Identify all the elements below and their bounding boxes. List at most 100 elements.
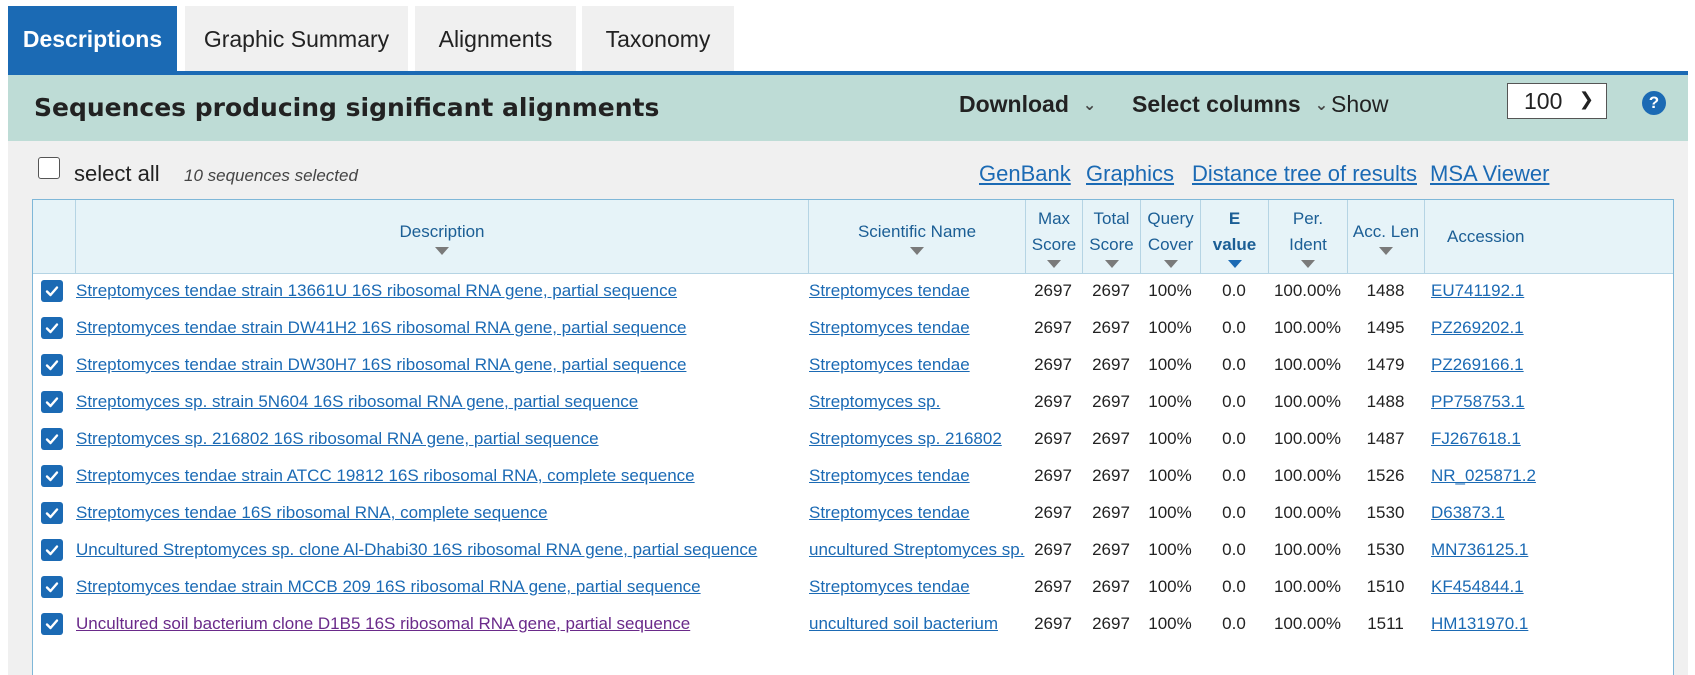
description-link[interactable]: Streptomyces tendae strain DW41H2 16S ri… xyxy=(76,318,686,338)
description-link[interactable]: Streptomyces sp. 216802 16S ribosomal RN… xyxy=(76,429,599,449)
accession-link[interactable]: PZ269202.1 xyxy=(1431,318,1524,338)
scientific-name-link[interactable]: Streptomyces tendae xyxy=(809,577,970,597)
scientific-name-link[interactable]: Streptomyces tendae xyxy=(809,503,970,523)
genbank-link[interactable]: GenBank xyxy=(979,161,1071,187)
accession-link[interactable]: MN736125.1 xyxy=(1431,540,1528,560)
per-ident-cell: 100.00% xyxy=(1273,392,1342,411)
col-accession[interactable]: Accession xyxy=(1424,200,1673,274)
query-cover-cell: 100% xyxy=(1148,392,1192,411)
evalue-cell: 0.0 xyxy=(1222,281,1246,300)
scientific-name-link[interactable]: Streptomyces tendae xyxy=(809,466,970,486)
scientific-name-link[interactable]: Streptomyces tendae xyxy=(809,355,970,375)
evalue-cell: 0.0 xyxy=(1222,318,1246,337)
col-max-score[interactable]: Max Score xyxy=(1025,200,1082,274)
checkmark-icon xyxy=(45,434,59,445)
max-score-cell: 2697 xyxy=(1034,466,1072,485)
msa-viewer-link[interactable]: MSA Viewer xyxy=(1430,161,1549,187)
scientific-name-link[interactable]: Streptomyces sp. 216802 xyxy=(809,429,1002,449)
description-link[interactable]: Streptomyces tendae strain DW30H7 16S ri… xyxy=(76,355,686,375)
col-total-score[interactable]: Total Score xyxy=(1082,200,1140,274)
scientific-name-link[interactable]: Streptomyces tendae xyxy=(809,281,970,301)
table-row: Uncultured soil bacterium clone D1B5 16S… xyxy=(33,607,1673,644)
description-link[interactable]: Streptomyces tendae strain ATCC 19812 16… xyxy=(76,466,695,486)
description-link[interactable]: Uncultured Streptomyces sp. clone Al-Dha… xyxy=(76,540,757,560)
checkmark-icon xyxy=(45,360,59,371)
tab-graphic-summary[interactable]: Graphic Summary xyxy=(185,6,408,72)
select-columns-menu[interactable]: Select columns ⌄ xyxy=(1132,91,1328,118)
query-cover-cell: 100% xyxy=(1148,355,1192,374)
scientific-name-link[interactable]: Streptomyces sp. xyxy=(809,392,940,412)
tab-descriptions[interactable]: Descriptions xyxy=(8,6,177,72)
checkmark-icon xyxy=(45,471,59,482)
row-checkbox[interactable] xyxy=(41,317,63,339)
table-row: Streptomyces tendae strain DW30H7 16S ri… xyxy=(33,348,1673,385)
description-link[interactable]: Uncultured soil bacterium clone D1B5 16S… xyxy=(76,614,690,634)
total-score-cell: 2697 xyxy=(1092,540,1130,559)
description-link[interactable]: Streptomyces tendae 16S ribosomal RNA, c… xyxy=(76,503,548,523)
sort-down-icon xyxy=(1379,247,1393,255)
row-checkbox[interactable] xyxy=(41,280,63,302)
select-all-checkbox[interactable] xyxy=(38,157,60,179)
row-checkbox[interactable] xyxy=(41,354,63,376)
checkmark-icon xyxy=(45,582,59,593)
table-row: Streptomyces sp. 216802 16S ribosomal RN… xyxy=(33,422,1673,459)
accession-link[interactable]: HM131970.1 xyxy=(1431,614,1528,634)
evalue-cell: 0.0 xyxy=(1222,355,1246,374)
row-checkbox[interactable] xyxy=(41,391,63,413)
accession-link[interactable]: EU741192.1 xyxy=(1431,281,1524,301)
evalue-cell: 0.0 xyxy=(1222,614,1246,633)
per-ident-cell: 100.00% xyxy=(1273,318,1342,337)
query-cover-cell: 100% xyxy=(1148,614,1192,633)
accession-link[interactable]: PZ269166.1 xyxy=(1431,355,1524,375)
max-score-cell: 2697 xyxy=(1034,503,1072,522)
show-count-value: 100 xyxy=(1524,87,1563,114)
chevron-down-icon: ⌄ xyxy=(1314,96,1329,114)
tab-taxonomy[interactable]: Taxonomy xyxy=(582,6,734,72)
col-acc-len[interactable]: Acc. Len xyxy=(1347,200,1424,274)
table-row: Streptomyces tendae strain 13661U 16S ri… xyxy=(33,274,1673,311)
result-tabs: Descriptions Graphic Summary Alignments … xyxy=(8,6,1688,72)
col-evalue[interactable]: E value xyxy=(1200,200,1268,274)
acc-len-cell: 1488 xyxy=(1366,392,1405,411)
scientific-name-link[interactable]: uncultured soil bacterium xyxy=(809,614,998,634)
help-icon[interactable]: ? xyxy=(1642,91,1666,115)
scientific-name-link[interactable]: uncultured Streptomyces sp. xyxy=(809,540,1024,560)
accession-link[interactable]: FJ267618.1 xyxy=(1431,429,1521,449)
col-query-cover[interactable]: Query Cover xyxy=(1140,200,1200,274)
description-link[interactable]: Streptomyces tendae strain 13661U 16S ri… xyxy=(76,281,677,301)
row-checkbox[interactable] xyxy=(41,502,63,524)
max-score-cell: 2697 xyxy=(1034,392,1072,411)
row-checkbox[interactable] xyxy=(41,539,63,561)
row-checkbox[interactable] xyxy=(41,576,63,598)
scientific-name-link[interactable]: Streptomyces tendae xyxy=(809,318,970,338)
acc-len-cell: 1511 xyxy=(1367,614,1404,633)
col-per-ident[interactable]: Per. Ident xyxy=(1268,200,1347,274)
row-checkbox[interactable] xyxy=(41,428,63,450)
show-count-select[interactable]: 100 ❯ xyxy=(1507,83,1607,119)
total-score-cell: 2697 xyxy=(1092,392,1130,411)
graphics-link[interactable]: Graphics xyxy=(1086,161,1174,187)
sort-down-icon xyxy=(1301,260,1315,268)
acc-len-cell: 1495 xyxy=(1366,318,1405,337)
description-link[interactable]: Streptomyces sp. strain 5N604 16S riboso… xyxy=(76,392,638,412)
col-scientific-name[interactable]: Scientific Name xyxy=(808,200,1025,274)
query-cover-cell: 100% xyxy=(1148,503,1192,522)
description-link[interactable]: Streptomyces tendae strain MCCB 209 16S … xyxy=(76,577,701,597)
row-checkbox[interactable] xyxy=(41,465,63,487)
row-checkbox[interactable] xyxy=(41,613,63,635)
download-menu[interactable]: Download ⌄ xyxy=(959,91,1096,118)
tab-alignments[interactable]: Alignments xyxy=(415,6,576,72)
distance-tree-link[interactable]: Distance tree of results xyxy=(1192,161,1417,187)
table-row: Streptomyces tendae strain DW41H2 16S ri… xyxy=(33,311,1673,348)
per-ident-cell: 100.00% xyxy=(1273,429,1342,448)
accession-link[interactable]: KF454844.1 xyxy=(1431,577,1524,597)
col-description[interactable]: Description xyxy=(75,200,808,274)
accession-link[interactable]: NR_025871.2 xyxy=(1431,466,1536,486)
query-cover-cell: 100% xyxy=(1148,281,1192,300)
select-all-label[interactable]: select all xyxy=(74,161,160,187)
total-score-cell: 2697 xyxy=(1092,429,1130,448)
accession-link[interactable]: PP758753.1 xyxy=(1431,392,1525,412)
per-ident-cell: 100.00% xyxy=(1273,503,1342,522)
accession-link[interactable]: D63873.1 xyxy=(1431,503,1505,523)
checkmark-icon xyxy=(45,545,59,556)
